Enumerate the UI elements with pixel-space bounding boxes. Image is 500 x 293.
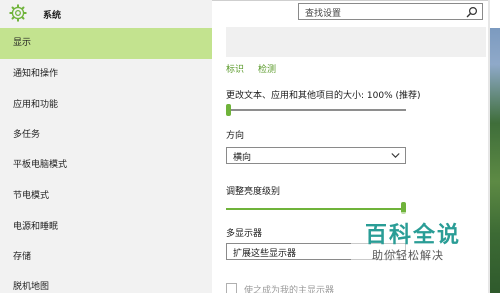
identify-link[interactable]: 标识 [226, 62, 244, 75]
sidebar: 系统 显示 通知和操作 应用和功能 多任务 平板电脑模式 节电模式 电源和睡眠 … [0, 0, 212, 293]
background-photo-edge [488, 0, 500, 293]
gear-icon [9, 4, 27, 22]
orientation-value: 横向 [233, 153, 252, 163]
watermark-logo-text: 百科全说 [365, 223, 462, 248]
scale-label: 更改文本、应用和其他项目的大小: 100% (推荐) [226, 91, 421, 101]
sidebar-item-power-sleep[interactable]: 电源和睡眠 [0, 212, 212, 243]
sidebar-item-multitasking[interactable]: 多任务 [0, 120, 212, 151]
multi-display-value: 扩展这些显示器 [233, 249, 297, 259]
display-preview [226, 27, 486, 57]
sidebar-item-label: 显示 [13, 38, 32, 48]
scale-slider-thumb[interactable] [226, 104, 231, 116]
sidebar-item-storage[interactable]: 存储 [0, 242, 212, 273]
multi-display-label: 多显示器 [226, 229, 263, 239]
sidebar-item-notifications[interactable]: 通知和操作 [0, 59, 212, 90]
divider [212, 0, 500, 1]
main-display-checkbox[interactable] [226, 283, 237, 293]
watermark-tagline: 助你轻松解决 [372, 249, 444, 262]
sidebar-item-apps[interactable]: 应用和功能 [0, 90, 212, 121]
detect-link[interactable]: 检测 [258, 62, 276, 75]
main-display-checkbox-label: 使之成为我的主显示器 [244, 286, 335, 293]
scale-slider-track[interactable] [226, 109, 406, 111]
sidebar-item-label: 电源和睡眠 [13, 222, 59, 232]
sidebar-item-label: 多任务 [13, 130, 41, 140]
sidebar-item-battery-saver[interactable]: 节电模式 [0, 181, 212, 212]
sidebar-item-display[interactable]: 显示 [0, 28, 212, 59]
window-title: 系统 [43, 11, 62, 21]
sidebar-item-label: 存储 [13, 252, 32, 262]
brightness-slider-fill [226, 208, 406, 210]
sidebar-item-label: 脱机地图 [13, 282, 50, 292]
search-icon[interactable] [466, 6, 478, 18]
sidebar-item-label: 应用和功能 [13, 100, 59, 110]
search-input[interactable]: 查找设置 [305, 6, 341, 19]
sidebar-item-offline-maps[interactable]: 脱机地图 [0, 272, 212, 293]
sidebar-item-label: 平板电脑模式 [13, 160, 68, 170]
orientation-label: 方向 [226, 131, 245, 141]
brightness-label: 调整亮度级别 [226, 187, 281, 197]
sidebar-item-label: 通知和操作 [13, 69, 59, 79]
sidebar-item-label: 节电模式 [13, 191, 50, 201]
sidebar-item-tablet-mode[interactable]: 平板电脑模式 [0, 150, 212, 181]
sidebar-header: 系统 [0, 0, 212, 28]
search-box[interactable]: 查找设置 [298, 3, 483, 20]
orientation-dropdown[interactable]: 横向 [226, 147, 406, 164]
chevron-down-icon [391, 153, 400, 158]
